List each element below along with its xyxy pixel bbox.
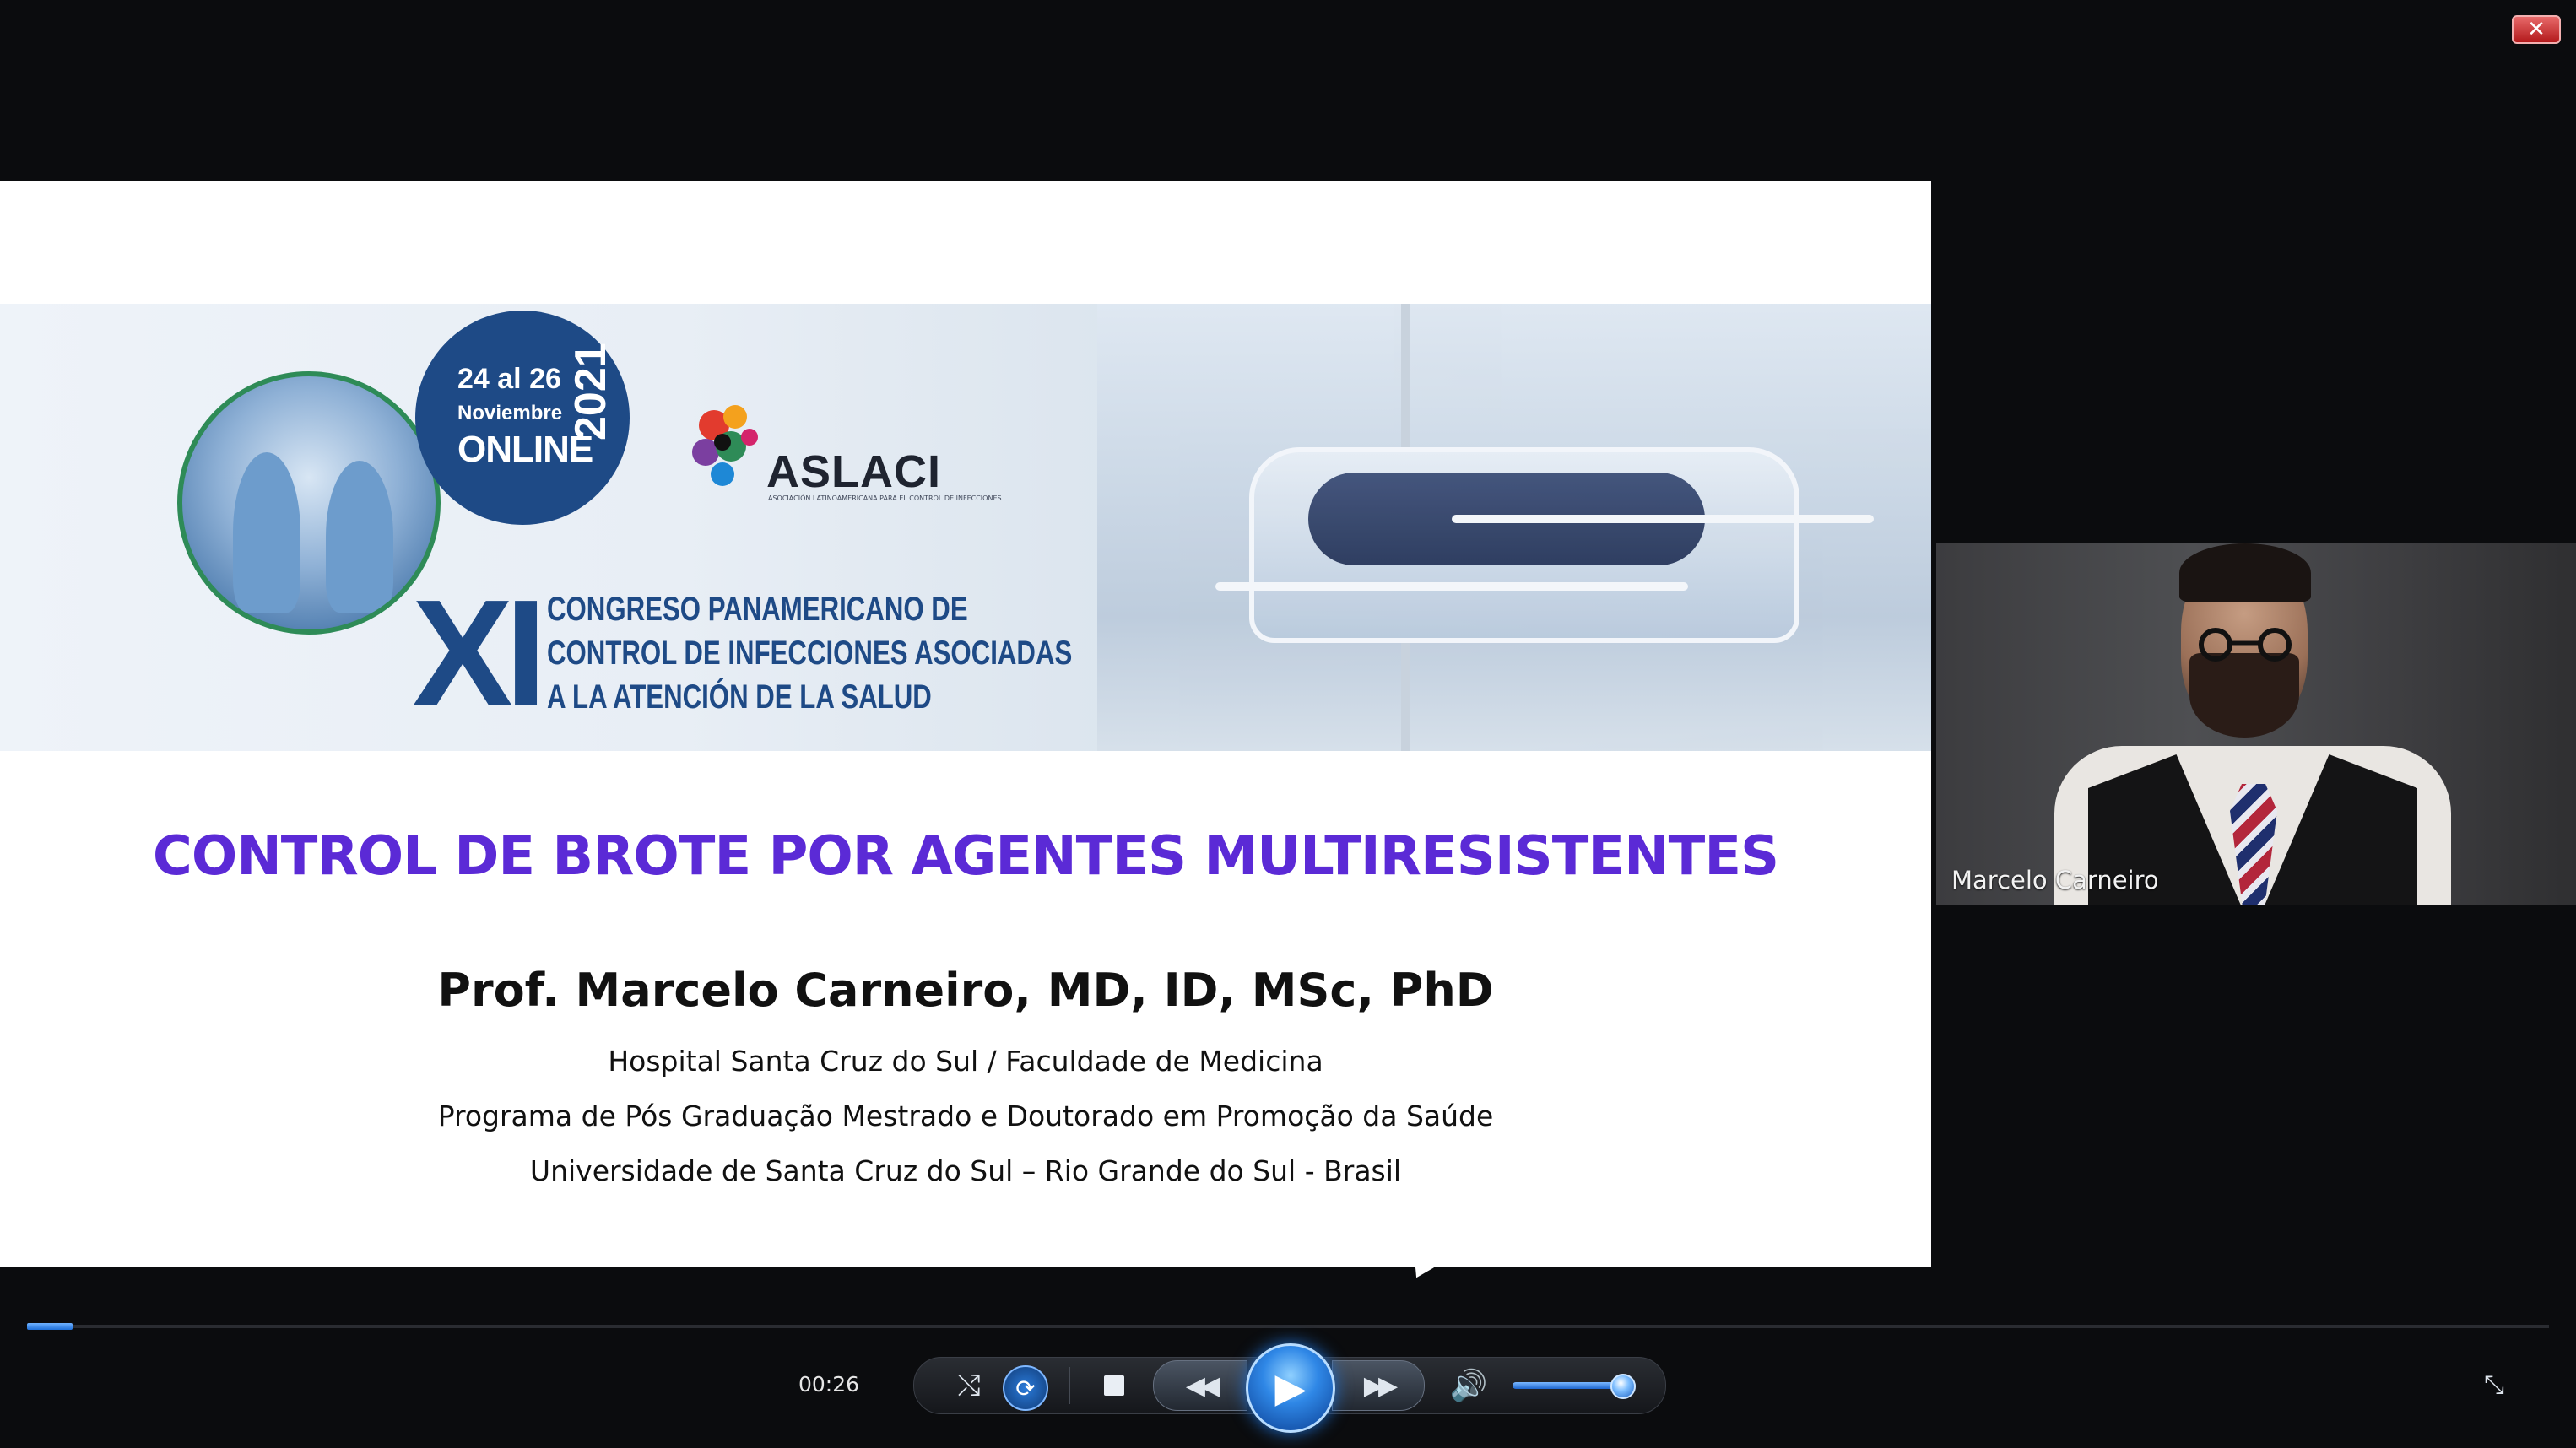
bed-rail bbox=[1452, 515, 1874, 523]
date-days: 24 al 26 bbox=[457, 363, 561, 395]
seek-progress bbox=[27, 1323, 73, 1330]
seek-bar[interactable] bbox=[27, 1323, 2549, 1330]
elapsed-time: 00:26 bbox=[798, 1372, 860, 1397]
switch-to-library-button[interactable]: ⤡ bbox=[2476, 1367, 2512, 1402]
surgeon-figure bbox=[233, 452, 300, 613]
webcam-video-tile[interactable]: Marcelo Carneiro bbox=[1936, 543, 2576, 905]
repeat-button[interactable]: ⟳ bbox=[1003, 1365, 1048, 1411]
affiliation-line: Universidade de Santa Cruz do Sul – Rio … bbox=[529, 1154, 1402, 1187]
aslaci-logo-icon bbox=[692, 405, 758, 486]
congress-line: CONGRESO PANAMERICANO DE bbox=[547, 591, 968, 628]
affiliation-line: Programa de Pós Graduação Mestrado e Dou… bbox=[437, 1100, 1494, 1132]
bed-rail bbox=[1215, 582, 1688, 591]
shuffle-button[interactable]: ⤭ bbox=[945, 1367, 993, 1404]
stop-button[interactable] bbox=[1097, 1369, 1131, 1402]
surgeons-photo bbox=[177, 371, 441, 635]
speaker-beard bbox=[2189, 653, 2299, 738]
date-year: 2021 bbox=[566, 343, 615, 440]
glasses-icon bbox=[2199, 628, 2292, 662]
congress-banner: 24 al 26 Noviembre ONLINE 2021 ASLACI AS… bbox=[0, 304, 1931, 751]
control-separator bbox=[1069, 1367, 1070, 1404]
next-button[interactable]: ▶▶ bbox=[1332, 1360, 1425, 1411]
speaker-hair bbox=[2179, 543, 2311, 602]
org-name: ASLACI bbox=[766, 446, 941, 497]
presentation-slide: 24 al 26 Noviembre ONLINE 2021 ASLACI AS… bbox=[0, 181, 1931, 1267]
affiliation-line: Hospital Santa Cruz do Sul / Faculdade d… bbox=[608, 1045, 1323, 1078]
congress-line: CONTROL DE INFECCIONES ASOCIADAS bbox=[547, 635, 1073, 672]
org-tagline: ASOCIACIÓN LATINOAMERICANA PARA EL CONTR… bbox=[768, 494, 1002, 502]
surgeon-figure bbox=[326, 461, 393, 613]
event-date-badge: 24 al 26 Noviembre ONLINE 2021 bbox=[415, 311, 630, 525]
participant-name: Marcelo Carneiro bbox=[1951, 866, 2159, 894]
date-month: Noviembre bbox=[457, 402, 563, 424]
previous-button[interactable]: ◀◀ bbox=[1153, 1360, 1247, 1411]
stop-icon bbox=[1104, 1375, 1124, 1396]
congress-name: CONGRESO PANAMERICANO DE CONTROL DE INFE… bbox=[547, 587, 1072, 719]
edition-number: XI bbox=[412, 569, 547, 738]
volume-button[interactable]: 🔊 bbox=[1445, 1365, 1492, 1406]
icu-photo bbox=[1097, 304, 1931, 751]
congress-line: A LA ATENCIÓN DE LA SALUD bbox=[547, 678, 932, 716]
play-button[interactable]: ▶ bbox=[1246, 1343, 1335, 1433]
close-window-button[interactable]: ✕ bbox=[2512, 15, 2561, 44]
slide-title: CONTROL DE BROTE POR AGENTES MULTIRESIST… bbox=[152, 825, 1779, 888]
presenter-name: Prof. Marcelo Carneiro, MD, ID, MSc, PhD bbox=[437, 964, 1494, 1017]
